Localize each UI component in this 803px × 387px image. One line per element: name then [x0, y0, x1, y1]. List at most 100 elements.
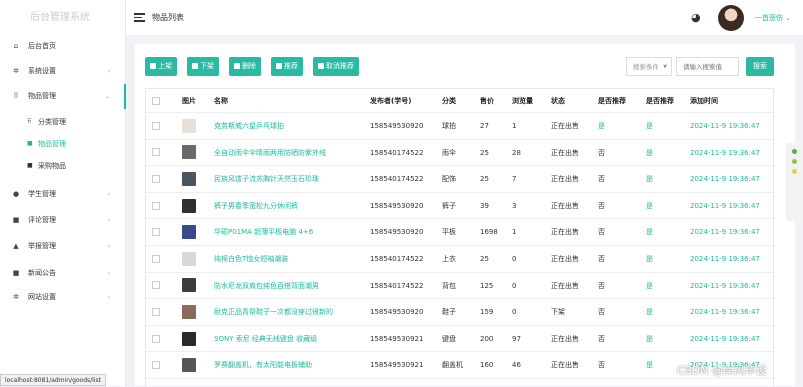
- cell-name[interactable]: SONY 索尼 经典无线键盘 收藏级: [214, 326, 364, 353]
- table-row[interactable]: SONY 索尼 经典无线键盘 收藏级 158549530921 键盘 200 97 正在出…: [146, 326, 773, 353]
- cell-name[interactable]: 防水尼龙双肩包纯色百搭背面潮男: [214, 273, 364, 300]
- search-input[interactable]: [676, 57, 739, 76]
- cell-rec1: 否: [598, 361, 605, 370]
- sidebar-item2-2[interactable]: ▲ 举报管理 ›: [0, 234, 126, 259]
- row-checkbox[interactable]: [152, 121, 160, 130]
- product-thumbnail: [182, 304, 196, 319]
- cell-time: 2024-11-9 19:36:47: [690, 148, 760, 157]
- chevron-icon: ›: [107, 294, 110, 301]
- home-icon: ⌂: [13, 42, 19, 50]
- sidebar-item-label: 举报管理: [28, 242, 56, 250]
- table-row[interactable]: 防水尼龙双肩包纯色百搭背面潮男 158540174522 背包 125 0 正在出售 否 是 2…: [146, 273, 773, 300]
- status-dot-icon: [792, 169, 797, 174]
- cell-views: 0: [512, 281, 517, 290]
- row-checkbox[interactable]: [152, 148, 160, 157]
- cell-price: 25: [480, 148, 489, 157]
- cell-category: 平板: [442, 228, 456, 237]
- cell-category: 裤子: [442, 201, 456, 210]
- sidebar-item-2[interactable]: ⠿ 物品管理 ⌄: [0, 84, 126, 109]
- cell-name[interactable]: 民族风镂子流苏胸针天然玉石珍珠: [214, 166, 364, 193]
- watermark: CSDN @岸风毕设: [677, 364, 767, 377]
- sidebar-subitem-1[interactable]: ■ 物品管理: [0, 133, 126, 155]
- column-header: 添加时间: [690, 97, 718, 105]
- avatar[interactable]: [718, 5, 744, 31]
- row-checkbox[interactable]: [152, 228, 160, 237]
- cell-name[interactable]: 耐克正品青帮鞋子一次都没穿过很新的: [214, 299, 364, 326]
- cell-views: 1: [512, 122, 517, 130]
- search-button[interactable]: 搜索: [746, 57, 774, 76]
- toolbar-button-1[interactable]: 下架: [187, 57, 219, 76]
- select-all-checkbox[interactable]: [152, 96, 160, 105]
- cell-rec2: 是: [646, 334, 653, 343]
- product-thumbnail: [182, 225, 196, 240]
- purchase-icon: ■: [27, 162, 33, 169]
- sidebar-item-0[interactable]: ⌂ 后台首页: [0, 34, 126, 59]
- sidebar-item2-3[interactable]: ■ 新闻公告 ›: [0, 261, 126, 286]
- row-checkbox[interactable]: [152, 307, 160, 316]
- cell-status: 正在出售: [551, 281, 579, 290]
- cell-time: 2024-11-9 19:36:47: [690, 281, 760, 290]
- sidebar-item2-4[interactable]: ✲ 网站设置 ›: [0, 285, 126, 310]
- sidebar-subitem-2[interactable]: ■ 采购物品: [0, 155, 126, 177]
- toolbar-button-2[interactable]: 删除: [229, 57, 261, 76]
- cell-category: 背包: [442, 281, 456, 290]
- cell-status: 下架: [551, 308, 565, 317]
- cell-name[interactable]: 纯棉白色T恤女短袖潮装: [214, 246, 364, 273]
- column-header: 图片: [182, 97, 196, 105]
- table-row[interactable]: 民族风镂子流苏胸针天然玉石珍珠 158540174522 配饰 25 7 正在出售 否 是 20…: [146, 166, 773, 193]
- row-checkbox[interactable]: [152, 334, 160, 343]
- sidebar-item2-0[interactable]: ● 学生管理 ›: [0, 182, 126, 207]
- table-row[interactable]: 耐克正品青帮鞋子一次都没穿过很新的 158549530920 鞋子 159 0 下架 否 是 2…: [146, 299, 773, 326]
- cell-rec1: 否: [598, 308, 605, 317]
- row-checkbox[interactable]: [152, 201, 160, 210]
- table-header-row: 图片 名称 发布者(学号) 分类 售价 浏览量 状态 是否推荐 是否推荐 添加时间: [146, 89, 773, 113]
- cell-status: 正在出售: [551, 201, 579, 210]
- table-row[interactable]: 全自动雨伞伞晴雨两用防晒防紫外线 158540174522 雨伞 25 28 正在出售 否 是…: [146, 140, 773, 167]
- sidebar-item-label: 新闻公告: [28, 269, 56, 277]
- sidebar-subitem-label: 物品管理: [38, 140, 66, 148]
- cell-name[interactable]: 罗赛翻盖机，有太阳能电板辅助: [214, 352, 364, 379]
- cell-name[interactable]: 裤子男春季宽松九分休闲裤: [214, 193, 364, 220]
- table-row[interactable]: 克劳斯威六星乒乓球拍 158549530920 球拍 27 1 正在出售 是 是 2024-11…: [146, 113, 773, 140]
- cell-status: 正在出售: [551, 148, 579, 157]
- goods-table: 图片 名称 发布者(学号) 分类 售价 浏览量 状态 是否推荐 是否推荐 添加时间 克劳斯威六星乒乓…: [145, 88, 774, 386]
- toolbar-button-4[interactable]: 取消推荐: [313, 57, 359, 76]
- cell-rec2: 是: [646, 308, 653, 317]
- row-checkbox[interactable]: [152, 174, 160, 183]
- cell-rec1: 否: [598, 148, 605, 157]
- row-checkbox[interactable]: [152, 361, 160, 370]
- toolbar-button-3[interactable]: 推荐: [271, 57, 303, 76]
- main-content: 上架下架删除推荐取消推荐 搜索条件▼ 搜索 图片名称发布者(学号)分类售价浏览量…: [135, 44, 795, 386]
- cell-rec1: 否: [598, 228, 605, 237]
- palette-icon[interactable]: ◕: [691, 11, 701, 24]
- table-row[interactable]: 纯棉白色T恤女短袖潮装 158540174522 上衣 25 0 正在出售 否 是 2024-1…: [146, 246, 773, 273]
- cell-price: 1698: [480, 228, 498, 237]
- toolbar-button-0[interactable]: 上架: [145, 57, 177, 76]
- cell-category: 雨伞: [442, 148, 456, 157]
- cell-name[interactable]: 克劳斯威六星乒乓球拍: [214, 113, 364, 140]
- menu-toggle-icon[interactable]: [134, 13, 145, 22]
- sidebar-item-label: 后台首页: [28, 42, 56, 50]
- side-float-panel[interactable]: [786, 143, 803, 221]
- user-menu[interactable]: 一首恶伤 ⌄: [755, 13, 791, 23]
- sidebar-item2-1[interactable]: ■ 评论管理 ›: [0, 208, 126, 233]
- row-checkbox[interactable]: [152, 281, 160, 290]
- top-header: 物品列表 ◕ 一首恶伤 ⌄: [126, 0, 803, 36]
- table-row[interactable]: 裤子男春季宽松九分休闲裤 158549530920 裤子 39 3 正在出售 否 是 2024-…: [146, 193, 773, 220]
- button-icon: [276, 62, 282, 69]
- cell-views: 1: [512, 228, 517, 237]
- cell-publisher: 158549530920: [370, 201, 424, 210]
- sidebar-item-1[interactable]: ✲ 系统设置 ›: [0, 59, 126, 84]
- cell-status: 正在出售: [551, 175, 579, 184]
- table-row[interactable]: 华硕P01MA 超薄平板电脑 4+6 158549530920 平板 1698 1 正在出…: [146, 219, 773, 246]
- sidebar-subitem-0[interactable]: ⠿ 分类管理: [0, 111, 126, 133]
- sidebar-subitem-label: 分类管理: [38, 118, 66, 126]
- sidebar-item-label: 物品管理: [28, 92, 56, 100]
- cell-publisher: 158540174522: [370, 175, 424, 184]
- cell-name[interactable]: 全自动雨伞伞晴雨两用防晒防紫外线: [214, 140, 364, 167]
- row-checkbox[interactable]: [152, 254, 160, 263]
- cell-publisher: 158549530921: [370, 361, 424, 370]
- search-condition-select[interactable]: 搜索条件 ▼: [626, 57, 672, 76]
- cell-time: 2024-11-9 19:36:47: [690, 122, 760, 130]
- cell-name[interactable]: 华硕P01MA 超薄平板电脑 4+6: [214, 219, 364, 246]
